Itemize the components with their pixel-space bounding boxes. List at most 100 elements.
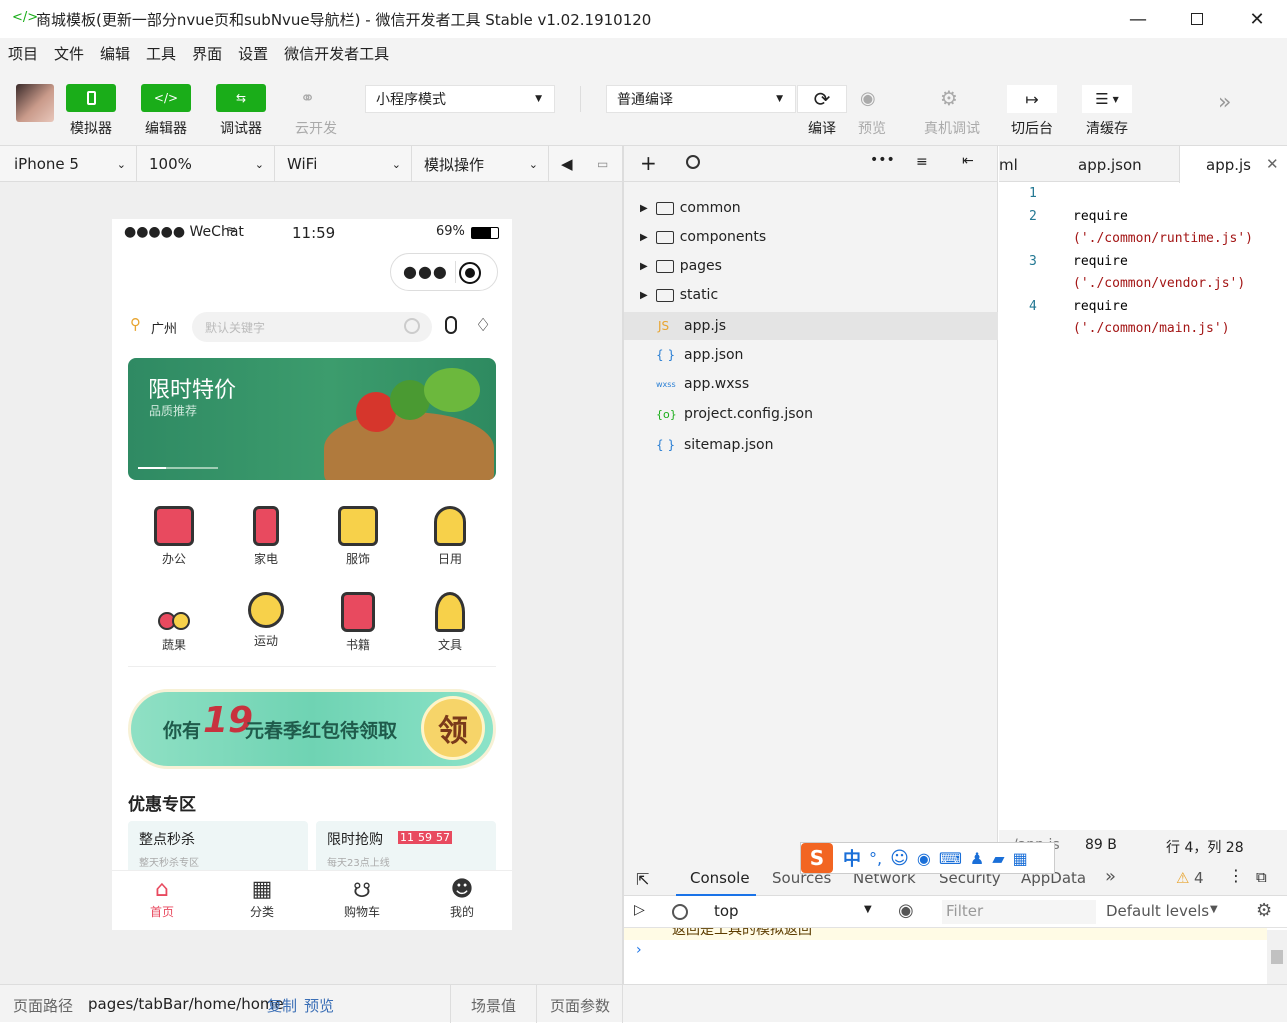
emoji-icon[interactable]: ☺ [890,848,909,869]
cloud-icon[interactable]: ⚭ [300,88,315,109]
eye-icon[interactable]: ◉ [898,900,914,921]
debugger-button[interactable]: ⇆ [216,84,266,112]
refresh-icon[interactable]: ⟳ [797,85,847,113]
skin-icon[interactable]: ▰ [992,849,1004,868]
network-select[interactable]: WiFi ⌄ [275,146,412,182]
clear-console-icon[interactable] [672,904,688,920]
bug-icon[interactable]: ⚙ [940,86,958,110]
category-label: 蔬果 [161,638,186,652]
device-bar: iPhone 5 ⌄ 100% ⌄ WiFi ⌄ 模拟操作 ⌄ ◀ ▭ [0,146,622,182]
file-sitemap-json[interactable]: { } sitemap.json [624,431,998,459]
category-books[interactable]: 书籍 [312,592,404,653]
avatar[interactable] [16,84,54,122]
location-text[interactable]: 广州 [151,318,177,337]
scrollbar[interactable] [1267,930,1287,984]
keyboard-icon[interactable]: ⌨ [939,849,962,868]
tab-console[interactable]: Console [676,860,756,896]
copy-link[interactable]: 复制 [267,995,297,1016]
add-icon[interactable]: + [640,151,657,175]
eye-icon[interactable]: ◉ [860,88,876,109]
ime-lang[interactable]: 中 [843,845,861,871]
context-select[interactable]: top ▼ [706,896,876,928]
user-icon[interactable]: ♟ [970,849,984,868]
simulator-button[interactable] [66,84,116,112]
promo-banner[interactable]: 限时特价 品质推荐 [128,358,496,480]
menu-item-view[interactable]: 界面 [192,43,222,64]
popout-icon[interactable]: ▭ [585,146,622,182]
close-tab-icon[interactable]: ✕ [1266,155,1279,173]
red-packet-banner[interactable]: 你有 19 元春季红包待领取 领 [128,689,496,769]
warning-count[interactable]: 4 [1194,869,1204,887]
tab-mine[interactable]: ☻ 我的 [412,871,512,930]
tab-app-js[interactable]: app.js ✕ [1179,146,1287,183]
tab-home[interactable]: ⌂ 首页 [112,871,212,930]
menu-item-settings[interactable]: 设置 [238,43,268,64]
switch-background-icon[interactable]: ↦ [1007,85,1057,113]
tab-cart[interactable]: ☋ 购物车 [312,871,412,930]
search-icon[interactable] [686,155,700,169]
category-sports[interactable]: 运动 [220,592,312,649]
folder-pages[interactable]: ▶ pages [624,252,998,280]
editor-button[interactable]: </> [141,84,191,112]
more-chevron-icon[interactable]: » [1218,90,1231,115]
scene-button[interactable]: 场景值 [471,995,516,1016]
preview-link[interactable]: 预览 [304,995,334,1016]
more-dots-icon[interactable]: ●●● [403,262,448,281]
mode-select[interactable]: 小程序模式 ▼ [365,85,555,113]
maximize-button[interactable] [1167,0,1227,38]
kebab-menu-icon[interactable]: ⋮ [1228,866,1244,885]
folder-static[interactable]: ▶ static [624,281,998,309]
search-input[interactable]: 默认关键字 [192,312,432,342]
toolbox-icon[interactable]: ▦ [1013,849,1028,868]
ime-logo[interactable]: S [801,843,833,873]
zoom-select[interactable]: 100% ⌄ [137,146,275,182]
volume-icon[interactable]: ◀ [549,146,585,182]
category-clothing[interactable]: 服饰 [312,506,404,567]
layers-icon[interactable]: ☰ ▼ [1082,85,1132,113]
tab-category[interactable]: ▦ 分类 [212,871,312,930]
filter-input[interactable]: Filter [942,900,1096,924]
operation-select[interactable]: 模拟操作 ⌄ [412,146,549,182]
file-app-json[interactable]: { } app.json [624,341,998,369]
more-icon[interactable]: ••• [870,152,895,168]
category-appliance[interactable]: 家电 [220,506,312,567]
inspect-icon[interactable]: ⇱ [636,870,649,889]
close-button[interactable]: ✕ [1227,0,1287,38]
divider [128,666,496,667]
more-tabs-icon[interactable]: » [1105,866,1116,887]
collapse-icon[interactable]: ≡ [916,154,928,170]
menu-item-tools[interactable]: 工具 [146,43,176,64]
menu-item-project[interactable]: 项目 [8,43,38,64]
file-project-config[interactable]: {o} project.config.json [624,400,998,428]
panel-toggle-icon[interactable]: ⇤ [962,153,974,169]
bell-icon[interactable]: ♢ [475,315,491,336]
category-fruit[interactable]: 蔬果 [128,592,220,653]
folder-common[interactable]: ▶ common [624,194,998,222]
microphone-icon[interactable] [445,316,457,334]
close-target-icon[interactable] [459,262,481,284]
category-stationery[interactable]: 文具 [404,592,496,653]
sidebar-toggle-icon[interactable]: ▷ [634,902,645,918]
category-daily[interactable]: 日用 [404,506,496,567]
file-app-wxss[interactable]: wxss app.wxss [624,370,998,398]
tab-partial[interactable]: ml [999,156,1018,174]
punctuation-icon[interactable]: °, [869,849,882,868]
menu-item-edit[interactable]: 编辑 [100,43,130,64]
prompt-icon[interactable]: › [636,942,642,958]
file-app-js[interactable]: JS app.js [624,312,998,340]
folder-components[interactable]: ▶ components [624,223,998,251]
menu-item-file[interactable]: 文件 [54,43,84,64]
params-button[interactable]: 页面参数 [550,995,610,1016]
compile-mode-select[interactable]: 普通编译 ▼ [606,85,796,113]
device-select[interactable]: iPhone 5 ⌄ [0,146,137,182]
claim-button[interactable]: 领 [421,696,485,760]
menu-item-devtools[interactable]: 微信开发者工具 [284,43,389,64]
tab-app-json[interactable]: app.json [1078,156,1142,174]
levels-select[interactable]: Default levels ▼ [1106,896,1230,928]
status-position[interactable]: 行 4，列 28 [1166,837,1244,857]
category-office[interactable]: 办公 [128,506,220,567]
gear-icon[interactable]: ⚙ [1256,900,1272,921]
voice-icon[interactable]: ◉ [917,849,931,868]
minimize-button[interactable]: — [1108,0,1168,38]
undock-icon[interactable]: ⧉ [1256,868,1267,886]
